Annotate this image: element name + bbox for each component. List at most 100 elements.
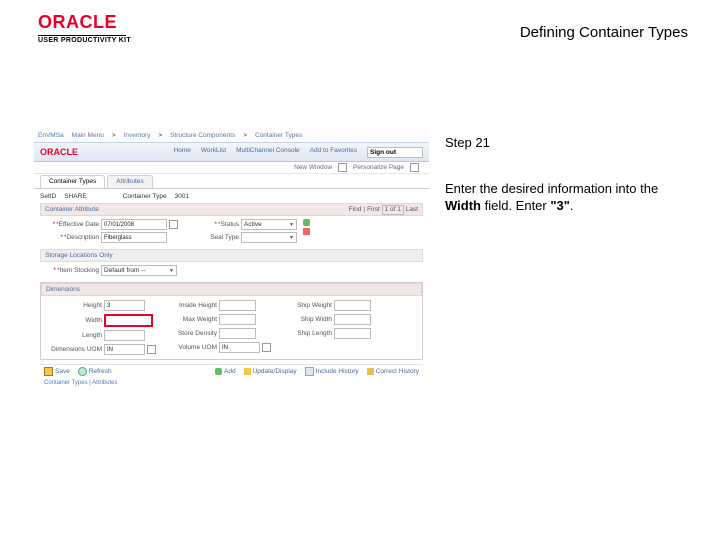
voluom-input[interactable]: IN (219, 342, 260, 353)
brand-subtitle: USER PRODUCTIVITY KIT (38, 37, 131, 44)
storage-loc-header: Storage Locations Only (40, 249, 423, 262)
max-weight-input[interactable] (219, 314, 256, 325)
instruction-text: Enter the desired information into the W… (445, 180, 690, 215)
storage-loc-section: Storage Locations Only *Item StockingDef… (40, 249, 423, 279)
page-title: Defining Container Types (520, 24, 688, 41)
bc-root[interactable]: EnVMSa (38, 132, 64, 139)
ship-weight-input[interactable] (334, 300, 371, 311)
sub-nav: New Window Personalize Page (34, 162, 429, 174)
nav-worklist[interactable]: WorkList (201, 147, 226, 158)
effdate-input[interactable]: 07/01/2008 (101, 219, 167, 230)
container-attr-section: Container Attribute Find | First 1 of 1 … (40, 203, 423, 246)
add-label: Add (224, 368, 236, 375)
add-icon (215, 368, 222, 375)
instr-seg3: . (570, 198, 574, 213)
save-button[interactable]: Save (44, 367, 70, 376)
link-new-window[interactable]: New Window (294, 162, 332, 173)
chevron-down-icon: ▼ (289, 222, 294, 228)
update-display-label: Update/Display (253, 368, 297, 375)
include-history-button[interactable]: Include History (305, 367, 359, 376)
http-icon[interactable] (410, 163, 419, 172)
item-stocking-label: *Item Stocking (44, 267, 99, 274)
dimensions-header: Dimensions (41, 283, 422, 296)
nav-links: Home WorkList MultiChannel Console Add t… (174, 147, 423, 158)
link-personalize[interactable]: Personalize Page (353, 162, 404, 173)
dimuom-label: Dimensions UOM (47, 346, 102, 353)
store-density-input[interactable] (219, 328, 256, 339)
container-attr-header: Container Attribute Find | First 1 of 1 … (40, 203, 423, 216)
tab-attributes[interactable]: Attributes (107, 175, 152, 188)
history-icon (305, 367, 314, 376)
nav-fav[interactable]: Add to Favorites (310, 147, 357, 158)
button-bar: Save Refresh Add Update/Display Include … (40, 364, 423, 378)
mini-oracle-logo: ORACLE (40, 147, 78, 157)
nav-signout[interactable]: Sign out (367, 147, 423, 158)
status-select[interactable]: Active▼ (241, 219, 297, 230)
setid-value: SHARE (64, 193, 86, 200)
seal-select[interactable]: ▼ (241, 232, 297, 243)
instr-bold-field: Width (445, 198, 481, 213)
row-delete-icon[interactable] (303, 228, 310, 235)
refresh-button[interactable]: Refresh (78, 367, 112, 376)
setid-label: SetID (40, 193, 56, 200)
section-pager: Find | First 1 of 1 Last (349, 204, 418, 215)
update-display-button[interactable]: Update/Display (244, 368, 297, 375)
voluom-label: Volume UOM (162, 344, 217, 351)
calendar-icon[interactable] (169, 220, 178, 229)
desc-input[interactable]: Fiberglass (101, 232, 167, 243)
brand-oracle: ORACLE (38, 12, 131, 33)
brand-divider (38, 35, 126, 36)
bc-structure[interactable]: Structure Components (170, 132, 235, 139)
dimuom-input[interactable]: IN (104, 344, 145, 355)
app-screenshot: EnVMSa Main Menu> Inventory> Structure C… (34, 128, 429, 328)
instruction-panel: Step 21 Enter the desired information in… (445, 134, 690, 215)
pager-last[interactable]: Last (406, 204, 418, 215)
add-button[interactable]: Add (215, 368, 236, 375)
lookup-icon[interactable] (147, 345, 156, 354)
pager-find[interactable]: Find (349, 204, 362, 215)
step-label: Step 21 (445, 134, 690, 152)
instr-seg2: field. Enter (481, 198, 550, 213)
width-label: Width (47, 317, 102, 324)
attr-grid: *Effective Date07/01/2008 *DescriptionFi… (40, 216, 423, 246)
pager-first[interactable]: First (367, 204, 380, 215)
header-row: SetID SHARE Container Type 3001 (40, 193, 423, 200)
width-input[interactable] (106, 316, 151, 323)
inside-height-input[interactable] (219, 300, 256, 311)
personalize-icon[interactable] (338, 163, 347, 172)
correct-icon (367, 368, 374, 375)
container-type-label: Container Type (123, 193, 167, 200)
effdate-label: *Effective Date (44, 221, 99, 228)
ship-length-input[interactable] (334, 328, 371, 339)
nav-home[interactable]: Home (174, 147, 191, 158)
desc-label: *Description (44, 234, 99, 241)
nav-mcc[interactable]: MultiChannel Console (236, 147, 300, 158)
height-label: Height (47, 302, 102, 309)
footer-links[interactable]: Container Types | Attributes (40, 378, 423, 388)
bc-container-types[interactable]: Container Types (255, 132, 302, 139)
max-weight-label: Max Weight (162, 316, 217, 323)
row-add-icon[interactable] (303, 219, 310, 226)
ship-length-label: Ship Length (277, 330, 332, 337)
pager-index: 1 of 1 (382, 205, 404, 215)
refresh-icon (78, 367, 87, 376)
ship-weight-label: Ship Weight (277, 302, 332, 309)
bc-main[interactable]: Main Menu (72, 132, 104, 139)
dimensions-section: Dimensions Height3 Width Length Dimensio… (40, 282, 423, 360)
height-input[interactable]: 3 (104, 300, 145, 311)
ship-width-input[interactable] (334, 314, 371, 325)
status-label: *Status (184, 221, 239, 228)
item-stocking-select[interactable]: Default from --▼ (101, 265, 177, 276)
bc-inventory[interactable]: Inventory (124, 132, 151, 139)
form-pane: SetID SHARE Container Type 3001 Containe… (34, 189, 429, 394)
app-bar: ORACLE Home WorkList MultiChannel Consol… (34, 143, 429, 162)
length-input[interactable] (104, 330, 145, 341)
instr-seg1: Enter the desired information into the (445, 181, 658, 196)
seal-label: Seal Type (184, 234, 239, 241)
tab-container-types[interactable]: Container Types (40, 175, 105, 188)
lookup-icon[interactable] (262, 343, 271, 352)
refresh-label: Refresh (89, 368, 112, 375)
ship-width-label: Ship Width (277, 316, 332, 323)
breadcrumb: EnVMSa Main Menu> Inventory> Structure C… (34, 128, 429, 143)
correct-history-button[interactable]: Correct History (367, 368, 419, 375)
